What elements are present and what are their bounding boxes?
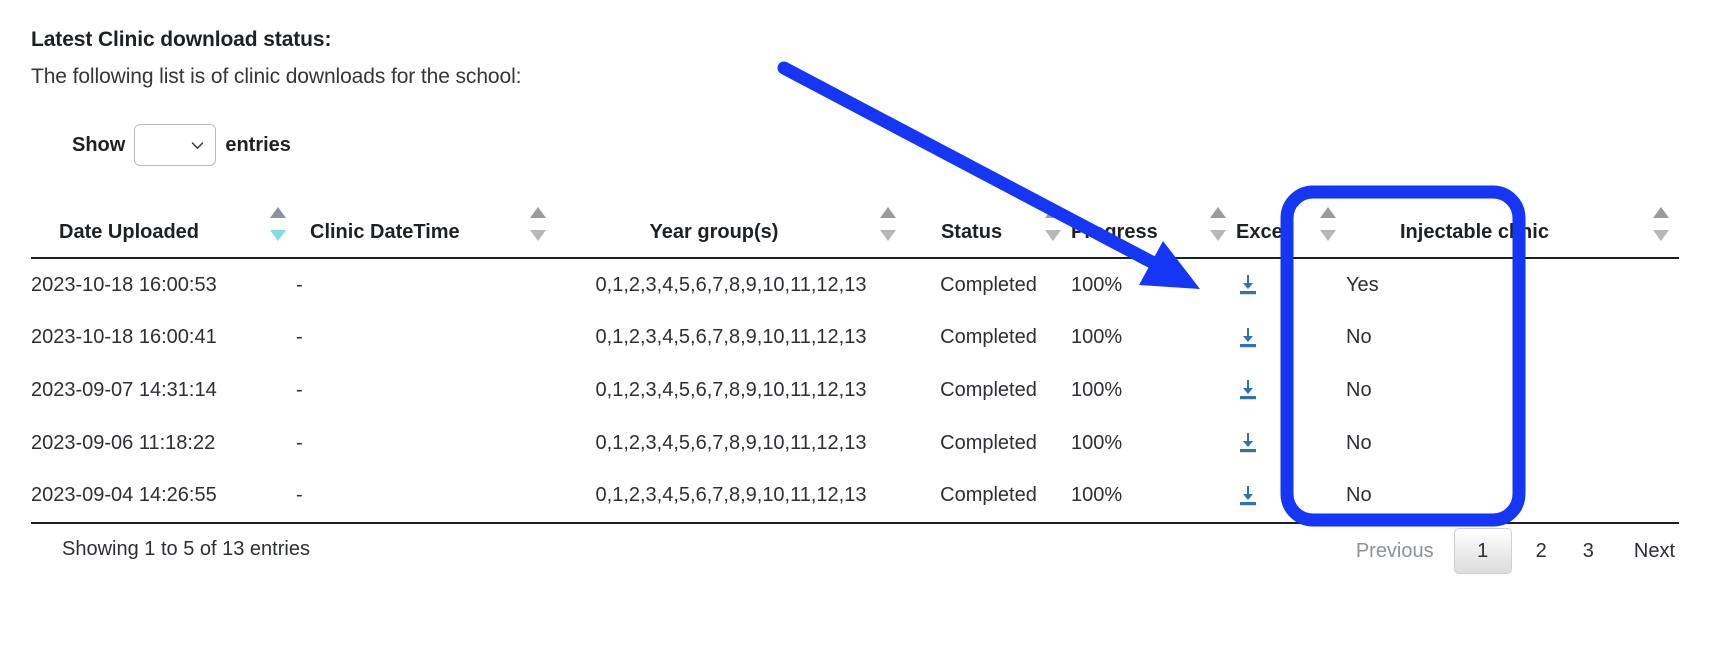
cell-year-groups: 0,1,2,3,4,5,6,7,8,9,10,11,12,13 xyxy=(556,258,906,312)
cell-clinic-datetime: - xyxy=(296,364,556,417)
column-header-progress[interactable]: Progress xyxy=(1071,185,1236,258)
cell-excel-download[interactable] xyxy=(1236,417,1346,470)
cell-excel-download[interactable] xyxy=(1236,312,1346,365)
cell-progress: 100% xyxy=(1071,417,1236,470)
cell-clinic-datetime: - xyxy=(296,469,556,523)
download-icon[interactable] xyxy=(1236,326,1260,350)
table-row: 2023-09-04 14:26:55 - 0,1,2,3,4,5,6,7,8,… xyxy=(31,469,1679,523)
column-header-label: Year group(s) xyxy=(556,221,906,257)
sort-descending-icon xyxy=(880,230,896,241)
pagination-page-1[interactable]: 1 xyxy=(1454,528,1512,574)
clinic-downloads-table-wrapper: Date Uploaded Clinic DateTime xyxy=(31,185,1679,524)
sort-ascending-icon xyxy=(1210,207,1226,218)
cell-excel-download[interactable] xyxy=(1236,258,1346,312)
download-icon[interactable] xyxy=(1236,273,1260,297)
cell-year-groups: 0,1,2,3,4,5,6,7,8,9,10,11,12,13 xyxy=(556,469,906,523)
cell-excel-download[interactable] xyxy=(1236,469,1346,523)
cell-progress: 100% xyxy=(1071,364,1236,417)
table-body: 2023-10-18 16:00:53 - 0,1,2,3,4,5,6,7,8,… xyxy=(31,258,1679,523)
table-length-control: Show entries xyxy=(72,124,291,166)
table-info: Showing 1 to 5 of 13 entries xyxy=(62,538,310,561)
chevron-down-icon xyxy=(190,138,205,153)
cell-year-groups: 0,1,2,3,4,5,6,7,8,9,10,11,12,13 xyxy=(556,312,906,365)
cell-clinic-datetime: - xyxy=(296,258,556,312)
cell-injectable-clinic: Yes xyxy=(1346,258,1679,312)
sort-ascending-icon xyxy=(530,207,546,218)
table-row: 2023-10-18 16:00:53 - 0,1,2,3,4,5,6,7,8,… xyxy=(31,258,1679,312)
cell-excel-download[interactable] xyxy=(1236,364,1346,417)
cell-clinic-datetime: - xyxy=(296,312,556,365)
sort-ascending-icon xyxy=(1653,207,1669,218)
cell-date-uploaded: 2023-09-04 14:26:55 xyxy=(31,469,296,523)
sort-arrows-year-groups[interactable] xyxy=(880,207,896,241)
cell-date-uploaded: 2023-10-18 16:00:53 xyxy=(31,258,296,312)
cell-progress: 100% xyxy=(1071,312,1236,365)
pagination-page-3[interactable]: 3 xyxy=(1565,528,1612,574)
table-header: Date Uploaded Clinic DateTime xyxy=(31,185,1679,258)
sort-arrows-progress[interactable] xyxy=(1210,207,1226,241)
cell-date-uploaded: 2023-10-18 16:00:41 xyxy=(31,312,296,365)
column-header-label: Date Uploaded xyxy=(31,221,296,257)
table-row: 2023-09-07 14:31:14 - 0,1,2,3,4,5,6,7,8,… xyxy=(31,364,1679,417)
download-icon[interactable] xyxy=(1236,484,1260,508)
cell-injectable-clinic: No xyxy=(1346,364,1679,417)
column-header-year-groups[interactable]: Year group(s) xyxy=(556,185,906,258)
cell-date-uploaded: 2023-09-06 11:18:22 xyxy=(31,417,296,470)
sort-ascending-icon xyxy=(270,207,286,218)
cell-injectable-clinic: No xyxy=(1346,469,1679,523)
cell-injectable-clinic: No xyxy=(1346,312,1679,365)
page-title: Latest Clinic download status: xyxy=(31,28,331,52)
cell-status: Completed xyxy=(906,417,1071,470)
cell-progress: 100% xyxy=(1071,258,1236,312)
sort-arrows-status[interactable] xyxy=(1045,207,1061,241)
entries-label: entries xyxy=(225,134,291,157)
sort-descending-icon xyxy=(270,230,286,241)
page-subtitle: The following list is of clinic download… xyxy=(31,65,521,89)
clinic-downloads-table: Date Uploaded Clinic DateTime xyxy=(31,185,1679,524)
sort-descending-icon xyxy=(1045,230,1061,241)
table-row: 2023-10-18 16:00:41 - 0,1,2,3,4,5,6,7,8,… xyxy=(31,312,1679,365)
column-header-excel[interactable]: Excel xyxy=(1236,185,1346,258)
cell-injectable-clinic: No xyxy=(1346,417,1679,470)
sort-descending-icon xyxy=(530,230,546,241)
sort-ascending-icon xyxy=(1045,207,1061,218)
sort-descending-icon xyxy=(1653,230,1669,241)
column-header-injectable-clinic[interactable]: Injectable clinic xyxy=(1346,185,1679,258)
cell-status: Completed xyxy=(906,312,1071,365)
cell-year-groups: 0,1,2,3,4,5,6,7,8,9,10,11,12,13 xyxy=(556,417,906,470)
sort-arrows-injectable-clinic[interactable] xyxy=(1653,207,1669,241)
column-header-status[interactable]: Status xyxy=(906,185,1071,258)
sort-arrows-clinic-datetime[interactable] xyxy=(530,207,546,241)
pagination: Previous 1 2 3 Next xyxy=(1342,528,1679,574)
cell-progress: 100% xyxy=(1071,469,1236,523)
table-header-row: Date Uploaded Clinic DateTime xyxy=(31,185,1679,258)
sort-arrows-date-uploaded[interactable] xyxy=(270,207,286,241)
download-icon[interactable] xyxy=(1236,378,1260,402)
clinic-download-status-page: Latest Clinic download status: The follo… xyxy=(0,0,1710,670)
cell-year-groups: 0,1,2,3,4,5,6,7,8,9,10,11,12,13 xyxy=(556,364,906,417)
sort-ascending-icon xyxy=(880,207,896,218)
column-header-label: Injectable clinic xyxy=(1346,221,1679,257)
column-header-label: Clinic DateTime xyxy=(296,221,556,257)
column-header-clinic-datetime[interactable]: Clinic DateTime xyxy=(296,185,556,258)
pagination-page-2[interactable]: 2 xyxy=(1518,528,1565,574)
download-icon[interactable] xyxy=(1236,431,1260,455)
entries-per-page-select[interactable] xyxy=(134,124,216,166)
cell-clinic-datetime: - xyxy=(296,417,556,470)
sort-arrows-excel[interactable] xyxy=(1320,207,1336,241)
table-row: 2023-09-06 11:18:22 - 0,1,2,3,4,5,6,7,8,… xyxy=(31,417,1679,470)
cell-date-uploaded: 2023-09-07 14:31:14 xyxy=(31,364,296,417)
cell-status: Completed xyxy=(906,469,1071,523)
sort-ascending-icon xyxy=(1320,207,1336,218)
sort-descending-icon xyxy=(1320,230,1336,241)
show-label: Show xyxy=(72,134,125,157)
sort-descending-icon xyxy=(1210,230,1226,241)
pagination-previous[interactable]: Previous xyxy=(1342,528,1448,574)
column-header-date-uploaded[interactable]: Date Uploaded xyxy=(31,185,296,258)
pagination-next[interactable]: Next xyxy=(1612,528,1679,574)
cell-status: Completed xyxy=(906,364,1071,417)
cell-status: Completed xyxy=(906,258,1071,312)
